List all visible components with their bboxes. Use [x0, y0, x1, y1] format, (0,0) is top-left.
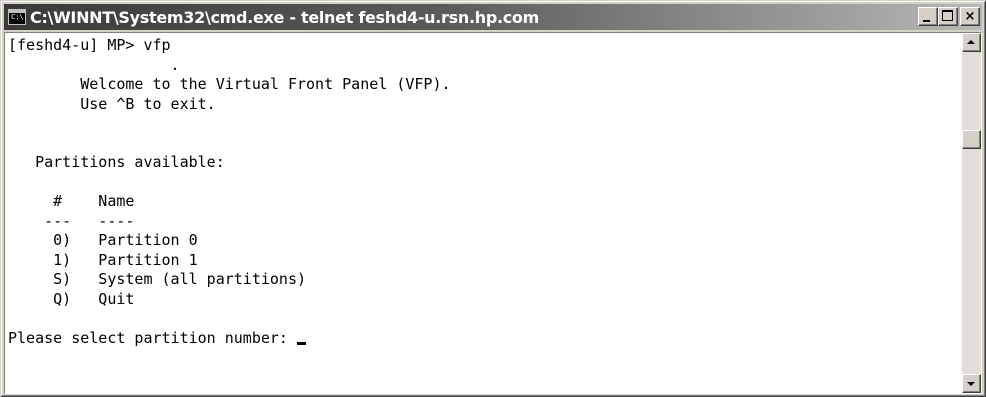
close-icon: × — [964, 9, 976, 24]
console-icon[interactable]: C:\ — [8, 9, 26, 25]
console-window: C:\ C:\WINNT\System32\cmd.exe - telnet f… — [0, 0, 986, 397]
console-icon-label: C:\ — [11, 13, 24, 21]
terminal-output[interactable]: [feshd4-u] MP> vfp . Welcome to the Virt… — [6, 34, 961, 392]
scroll-thumb[interactable] — [962, 130, 981, 149]
console-line: 0) Partition 0 — [8, 231, 198, 249]
console-line: Partitions available: — [8, 153, 225, 171]
title-bar-buttons: × — [918, 7, 980, 26]
close-button[interactable]: × — [960, 7, 980, 26]
maximize-icon — [942, 10, 953, 21]
prompt-line: Please select partition number: — [8, 328, 297, 347]
scroll-down-button[interactable] — [962, 374, 981, 393]
scroll-up-button[interactable] — [962, 33, 981, 52]
console-line: Q) Quit — [8, 289, 135, 308]
console-line: . — [8, 55, 180, 74]
minimize-button[interactable] — [918, 7, 938, 26]
title-bar[interactable]: C:\ C:\WINNT\System32\cmd.exe - telnet f… — [4, 4, 982, 30]
console-line: # Name — [8, 192, 135, 210]
vertical-scrollbar[interactable] — [962, 33, 981, 393]
scroll-up-arrow-icon — [967, 40, 975, 44]
window-title: C:\WINNT\System32\cmd.exe - telnet feshd… — [30, 7, 539, 27]
console-line: 1) Partition 1 — [8, 250, 198, 269]
console-line: [feshd4-u] MP> vfp — [8, 36, 171, 54]
maximize-button[interactable] — [938, 7, 958, 26]
scroll-down-arrow-icon — [967, 382, 975, 386]
console-line: S) System (all partitions) — [8, 270, 307, 288]
console-line: Welcome to the Virtual Front Panel (VFP)… — [8, 75, 451, 93]
console-line: Use ^B to exit. — [8, 94, 216, 113]
console-line: --- ---- — [8, 211, 135, 230]
text-cursor — [296, 341, 306, 345]
console-client-area: [feshd4-u] MP> vfp . Welcome to the Virt… — [4, 32, 982, 394]
minimize-icon — [923, 20, 930, 22]
